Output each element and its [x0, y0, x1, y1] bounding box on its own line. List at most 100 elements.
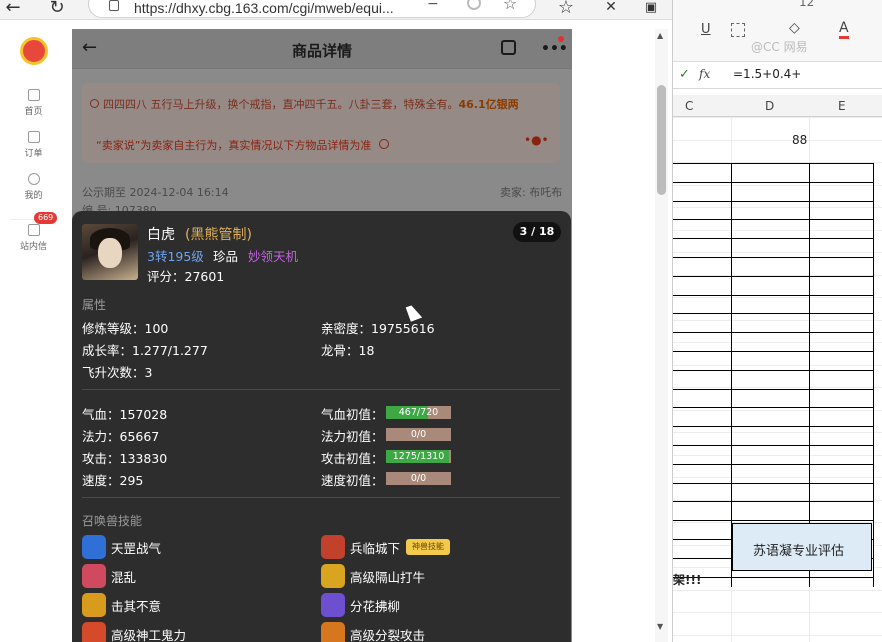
table-border — [673, 313, 874, 314]
pet-quality: 珍品 — [213, 249, 239, 264]
column-header-e[interactable]: E — [838, 99, 846, 113]
table-border — [673, 201, 874, 202]
table-border — [873, 163, 874, 587]
sidebar-item-home[interactable]: 首页 — [10, 89, 57, 117]
pet-avatar — [82, 224, 138, 280]
stat-value: 气血：157028 — [82, 407, 168, 422]
fill-color-icon[interactable]: ◇ — [789, 20, 800, 36]
stat-initial-bar: 0/0 — [386, 472, 451, 485]
skill-name: 混乱 — [111, 569, 137, 585]
skill-name: 高级分裂攻击 — [350, 627, 426, 642]
back-icon[interactable]: ← — [2, 0, 24, 18]
skill-item[interactable]: 混乱 — [82, 564, 136, 588]
grid-line — [673, 364, 882, 366]
skill-icon — [321, 564, 345, 588]
scroll-thumb[interactable] — [657, 85, 666, 195]
grid-line — [673, 252, 882, 253]
zoom-out-icon[interactable]: − — [427, 0, 439, 12]
avatar-face — [98, 238, 122, 268]
grid-line — [673, 207, 882, 208]
address-bar[interactable]: https://dhxy.cbg.163.com/cgi/mweb/equi..… — [88, 0, 536, 18]
skill-name: 天罡战气 — [111, 540, 162, 556]
pet-name: 白虎 — [147, 227, 175, 243]
table-border — [673, 483, 874, 484]
underline-icon[interactable]: U — [701, 22, 711, 37]
divider — [82, 389, 560, 390]
sidebar-item-label: 首页 — [24, 107, 43, 117]
font-color-icon[interactable]: A — [839, 20, 849, 39]
sync-icon[interactable] — [467, 0, 481, 10]
skill-name: 击其不意 — [111, 598, 162, 614]
site-logo-icon[interactable] — [20, 37, 48, 65]
font-size-select[interactable]: 12 — [799, 0, 814, 9]
card-pager[interactable]: 3 / 18 — [513, 222, 561, 242]
attr-dragon-bone: 龙骨：18 — [321, 343, 375, 358]
skill-icon — [82, 622, 106, 642]
pet-score: 评分：27601 — [147, 269, 225, 284]
sidebar-item-label: 站内信 — [19, 242, 47, 252]
grid-line — [673, 319, 882, 321]
skill-name: 高级隔山打牛 — [350, 569, 426, 585]
extensions-icon[interactable]: ✕ — [600, 0, 622, 18]
lock-icon — [109, 0, 119, 11]
url-text[interactable]: https://dhxy.cbg.163.com/cgi/mweb/equi..… — [134, 0, 394, 16]
skill-icon — [82, 593, 106, 617]
row-text[interactable]: 架!!! — [673, 571, 701, 588]
skill-item[interactable]: 高级隔山打牛 — [321, 564, 425, 588]
pet-level: 3转195级 — [147, 249, 204, 264]
table-border — [673, 351, 874, 352]
stat-initial-label: 法力初值： — [321, 429, 384, 444]
share-icon[interactable] — [501, 40, 516, 55]
skill-item[interactable]: 高级神工鬼力 — [82, 622, 186, 642]
skill-item[interactable]: 天罡战气 — [82, 535, 161, 559]
skill-name: 高级神工鬼力 — [111, 627, 187, 642]
reload-icon[interactable]: ↻ — [46, 0, 68, 18]
table-border — [673, 464, 874, 465]
seller-name[interactable]: 卖家: 布吒布 — [500, 184, 562, 200]
stat-initial-label: 气血初值： — [321, 407, 384, 422]
table-border — [673, 577, 874, 578]
help-icon[interactable] — [378, 139, 389, 149]
stat-value: 攻击：133830 — [82, 451, 168, 466]
grid-line — [673, 454, 882, 456]
skill-item[interactable]: 分花拂柳 — [321, 593, 400, 617]
cell-d-value[interactable]: 88 — [792, 133, 807, 147]
sidebar-item-orders[interactable]: 订单 — [10, 131, 57, 159]
stat-initial-label: 攻击初值： — [321, 451, 384, 466]
fx-icon[interactable]: fx — [699, 67, 710, 81]
spreadsheet-window: 12 U ◇ A @CC 网易 ✓ fx =1.5+0.4+ C D E 88 … — [672, 0, 882, 642]
location-icon — [90, 99, 99, 108]
grid-line — [673, 117, 882, 118]
disclaimer-text: “卖家说”为卖家自主行为，真实情况以下方物品详情为准 — [96, 139, 372, 152]
sidebar-item-mine[interactable]: 我的 — [10, 173, 57, 201]
more-icon[interactable]: ••• — [541, 41, 568, 57]
grid-line — [673, 432, 882, 433]
note-text: 苏语凝专业评估 — [753, 544, 845, 559]
skill-icon — [82, 564, 106, 588]
star-icon[interactable]: ☆ — [503, 0, 517, 13]
grid-line — [673, 229, 882, 231]
formula-input[interactable]: =1.5+0.4+ — [733, 67, 801, 81]
sidebar-item-messages[interactable]: 站内信 669 — [10, 212, 58, 252]
scroll-up-icon[interactable]: ▲ — [657, 31, 663, 40]
skill-item[interactable]: 高级分裂攻击 — [321, 622, 425, 642]
confirm-icon[interactable]: ✓ — [679, 67, 690, 82]
column-header-c[interactable]: C — [685, 99, 693, 113]
scroll-down-icon[interactable]: ▼ — [657, 622, 663, 631]
grid-line — [673, 387, 882, 388]
formula-bar[interactable]: ✓ fx =1.5+0.4+ — [673, 62, 882, 89]
skill-item[interactable]: 击其不意 — [82, 593, 161, 617]
skill-icon — [321, 622, 345, 642]
expand-icon[interactable]: •●• — [524, 133, 549, 147]
table-border — [673, 295, 874, 296]
sidebar-toggle-icon[interactable]: ▣ — [640, 0, 662, 18]
skill-name: 分花拂柳 — [350, 598, 401, 614]
pet-tag: (黑熊管制) — [185, 227, 252, 243]
grid-line — [673, 477, 882, 478]
skill-item[interactable]: 兵临城下 神兽技能 — [321, 535, 451, 559]
table-border — [673, 163, 874, 164]
favorites-icon[interactable]: ☆ — [555, 0, 577, 18]
pet-detail-card: 白虎 (黑熊管制) 3转195级 珍品 妙领天机 评分：27601 3 / 18… — [72, 211, 571, 642]
column-header-d[interactable]: D — [765, 99, 774, 113]
border-icon[interactable] — [731, 23, 745, 37]
